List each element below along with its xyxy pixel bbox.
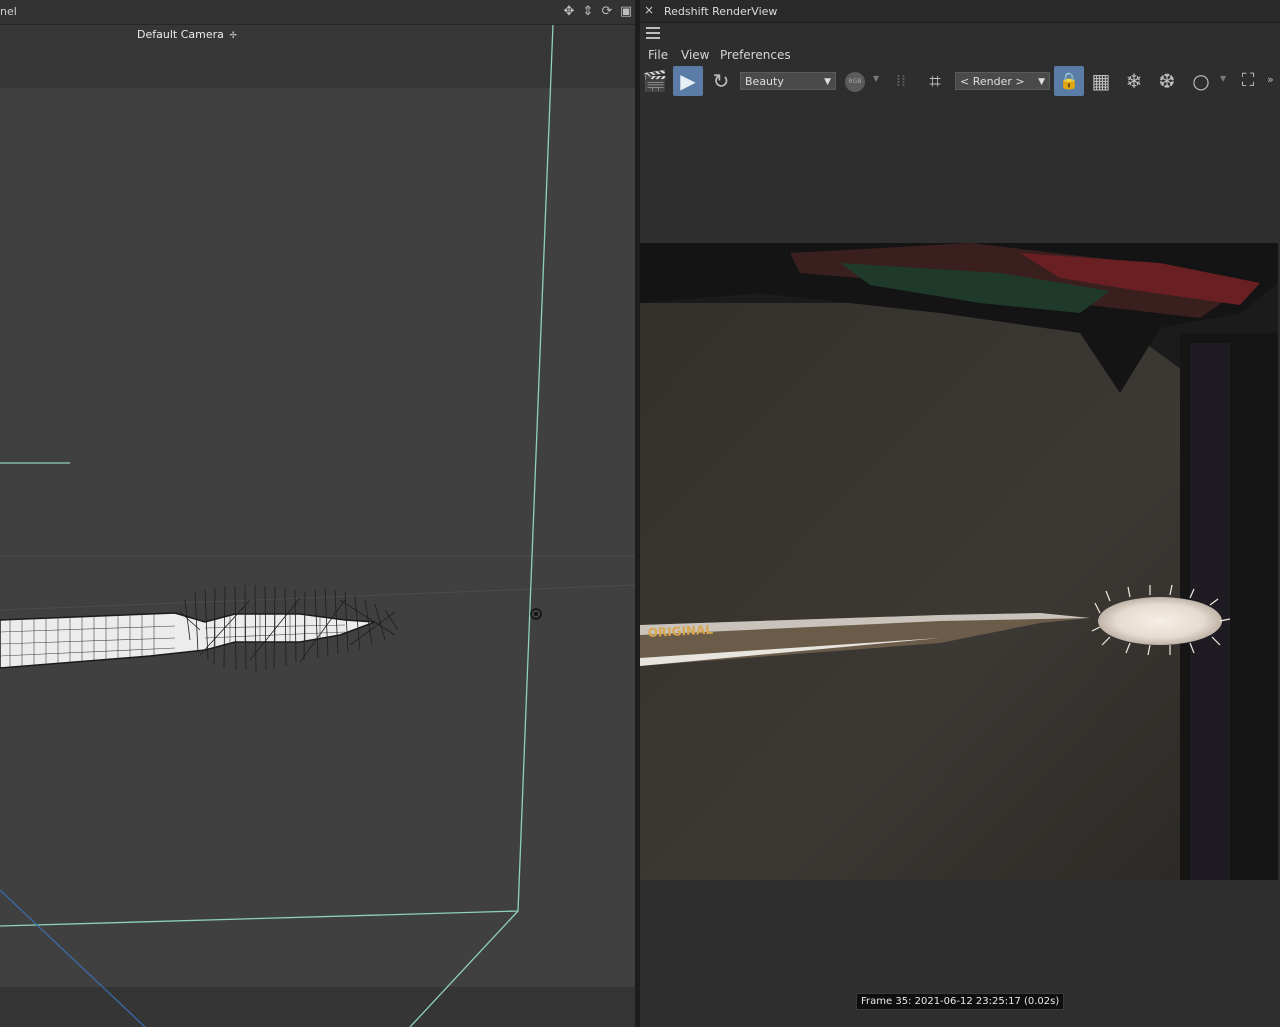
viewport-panel[interactable]: nel ✥ ⇕ ⟳ ▣ Default Camera ✢	[0, 0, 635, 1027]
camera-frustum-base	[409, 910, 519, 1027]
rotate-icon[interactable]: ⟳	[599, 4, 615, 20]
more-chevron-icon[interactable]: »	[1267, 73, 1274, 86]
move-icon[interactable]: ✥	[561, 4, 577, 20]
viewport-scene	[0, 23, 635, 1027]
aov-select-value: Beauty	[745, 75, 784, 88]
snowflake-alt-icon[interactable]: ❆	[1152, 66, 1182, 96]
chevron-down-icon: ▼	[824, 77, 831, 87]
render-image-svg: ORIGINAL	[640, 243, 1278, 880]
renderview-title: Redshift RenderView	[664, 5, 778, 18]
frame-info-label: Frame 35: 2021-06-12 23:25:17 (0.02s)	[856, 993, 1065, 1010]
hamburger-menu-icon[interactable]	[646, 27, 660, 39]
renderview-menubar: File View Preferences	[640, 46, 1280, 64]
render-select-value: < Render >	[960, 75, 1025, 88]
z-axis-line	[0, 889, 146, 1027]
circle-icon[interactable]: ○	[1186, 66, 1216, 96]
pan-icon[interactable]: ⇕	[580, 4, 596, 20]
render-select[interactable]: < Render > ▼	[955, 72, 1050, 90]
viewport-title: nel	[0, 5, 17, 18]
camera-label-text: Default Camera	[137, 28, 224, 41]
crop-icon[interactable]: ⌗	[920, 66, 950, 96]
camera-frustum	[0, 23, 554, 927]
play-render-button[interactable]: ▶	[673, 66, 703, 96]
lock-icon[interactable]: 🔒	[1054, 66, 1084, 96]
aov-select[interactable]: Beauty ▼	[740, 72, 836, 90]
menu-view[interactable]: View	[681, 48, 709, 62]
floor-line-2	[0, 584, 635, 611]
circle-dropdown-arrow-icon[interactable]: ▼	[1220, 74, 1226, 83]
brush-wireframe	[0, 584, 399, 673]
grid-icon[interactable]: ▦	[1086, 66, 1116, 96]
close-icon[interactable]: ×	[644, 3, 654, 17]
refresh-icon[interactable]: ↻	[706, 66, 736, 96]
redshift-renderview-panel: × Redshift RenderView File View Preferen…	[640, 0, 1280, 1027]
menu-preferences[interactable]: Preferences	[720, 48, 791, 62]
clapperboard-icon[interactable]: 🎬	[640, 66, 670, 96]
camera-pin-icon: ✢	[229, 31, 237, 41]
chevron-down-icon: ▼	[1038, 77, 1045, 87]
renderview-toolbar: 🎬 ▶ ↻ Beauty ▼ RGB ▼ ⁞⁞ ⌗ < Render > ▼ 🔒…	[640, 66, 1280, 96]
maximize-icon[interactable]: ▣	[618, 4, 634, 20]
viewport-titlebar: nel ✥ ⇕ ⟳ ▣	[0, 0, 635, 25]
snowflake-icon[interactable]: ❄	[1119, 66, 1149, 96]
rgb-channel-icon[interactable]: RGB	[845, 72, 865, 92]
renderview-titlebar: × Redshift RenderView	[640, 0, 1280, 23]
render-output-image[interactable]: ORIGINAL	[640, 243, 1278, 880]
focus-frame-icon[interactable]: ⛶	[1233, 66, 1263, 96]
menu-file[interactable]: File	[648, 48, 668, 62]
rgb-dropdown-arrow-icon[interactable]: ▼	[873, 74, 879, 83]
grid-dots-icon[interactable]: ⁞⁞	[886, 66, 916, 96]
camera-label[interactable]: Default Camera ✢	[137, 28, 237, 41]
